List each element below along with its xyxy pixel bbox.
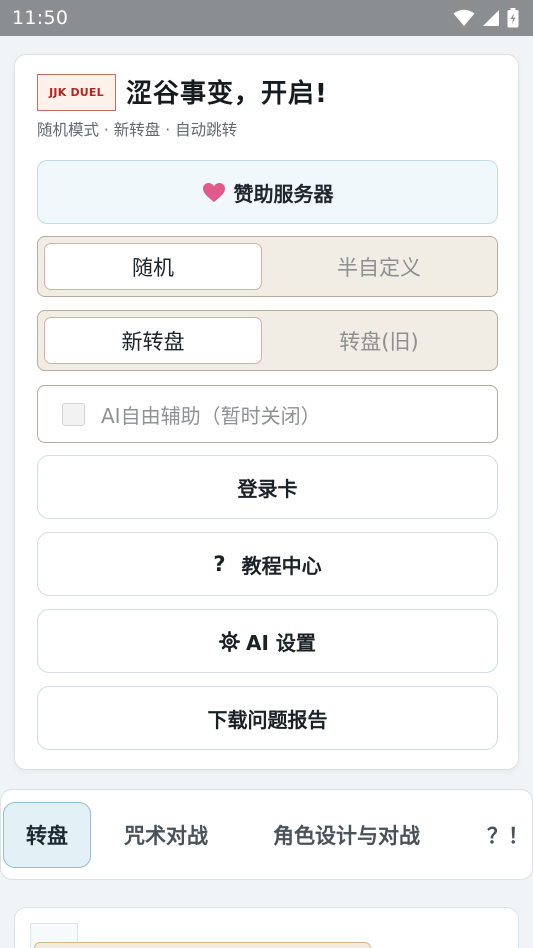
status-time: 11:50 <box>12 7 69 29</box>
wheel-option-old[interactable]: 转盘(旧) <box>270 317 488 364</box>
wifi-icon <box>453 9 475 26</box>
tab-bar: 转盘 咒术对战 角色设计与对战 ？！ <box>0 789 533 880</box>
wheel-panel-card <box>14 907 519 948</box>
login-card-button[interactable]: 登录卡 <box>37 455 498 519</box>
mode-option-semi-custom[interactable]: 半自定义 <box>270 243 488 290</box>
ai-settings-button[interactable]: AI 设置 <box>37 609 498 673</box>
app-logo: JJK DUEL <box>37 74 116 111</box>
main-card: JJK DUEL 涩谷事变，开启! 随机模式 · 新转盘 · 自动跳转 赞助服务… <box>14 54 519 770</box>
download-report-button[interactable]: 下载问题报告 <box>37 686 498 750</box>
page-title: 涩谷事变，开启! <box>126 79 328 109</box>
panel-bar[interactable] <box>34 942 371 948</box>
signal-icon <box>483 10 499 26</box>
tab-wheel[interactable]: 转盘 <box>3 802 91 868</box>
tab-jujutsu-battle[interactable]: 咒术对战 <box>124 802 208 868</box>
sponsor-button[interactable]: 赞助服务器 <box>37 160 498 224</box>
ai-assist-label: AI自由辅助（暂时关闭） <box>101 403 321 428</box>
mode-segmented-control: 随机 半自定义 <box>37 236 498 297</box>
ai-assist-checkbox[interactable] <box>62 402 85 426</box>
heart-icon <box>202 182 225 202</box>
mode-option-random[interactable]: 随机 <box>44 243 262 290</box>
wheel-option-new[interactable]: 新转盘 <box>44 317 262 364</box>
system-icons <box>453 8 519 28</box>
page-subtitle: 随机模式 · 新转盘 · 自动跳转 <box>37 121 238 139</box>
tab-character-design-battle[interactable]: 角色设计与对战 <box>273 802 420 868</box>
status-bar: 11:50 <box>0 0 533 36</box>
ai-settings-label: AI 设置 <box>246 630 316 655</box>
battery-icon <box>507 8 519 28</box>
wheel-segmented-control: 新转盘 转盘(旧) <box>37 310 498 371</box>
question-icon: ? <box>213 552 226 576</box>
download-report-label: 下载问题报告 <box>207 707 328 732</box>
tab-more[interactable]: ？！ <box>487 802 529 868</box>
login-card-label: 登录卡 <box>237 476 298 501</box>
ai-assist-toggle[interactable]: AI自由辅助（暂时关闭） <box>37 385 498 443</box>
gear-icon <box>219 630 241 652</box>
tutorial-center-button[interactable]: ? 教程中心 <box>37 532 498 596</box>
sponsor-label: 赞助服务器 <box>233 181 334 206</box>
tutorial-center-label: 教程中心 <box>241 553 322 578</box>
